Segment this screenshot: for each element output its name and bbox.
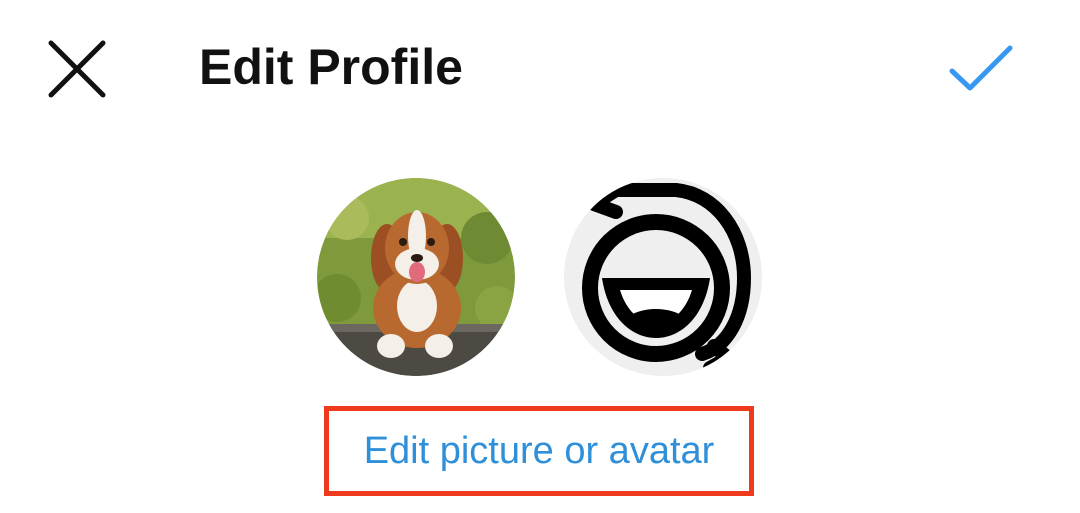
confirm-button[interactable] [936,30,1026,108]
close-icon [48,40,106,98]
profile-photo-image [317,178,515,376]
highlight-box: Edit picture or avatar [324,406,754,496]
profile-photo[interactable] [317,178,515,376]
avatar-sticker-icon [582,183,751,375]
avatar-preview[interactable] [564,178,762,376]
edit-picture-link[interactable]: Edit picture or avatar [364,430,715,473]
close-button[interactable] [38,30,116,108]
edit-profile-screen: Edit Profile Edit picture or avatar [0,0,1080,513]
checkmark-icon [949,45,1013,91]
page-title: Edit Profile [199,39,463,95]
